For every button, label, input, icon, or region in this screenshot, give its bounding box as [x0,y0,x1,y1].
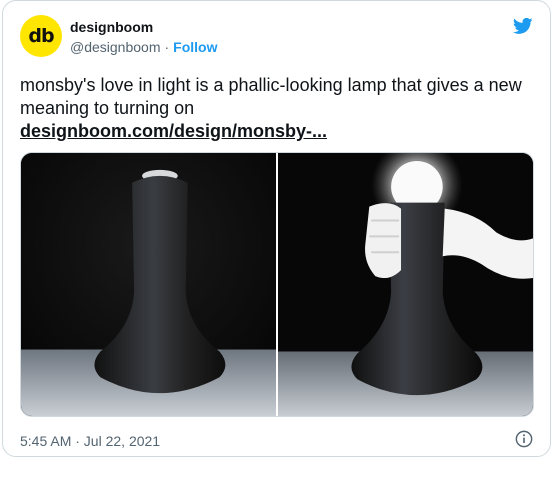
author-name[interactable]: designboom [70,19,153,35]
follow-link[interactable]: Follow [173,39,217,55]
author-handle-row: @designboom · Follow [70,39,218,55]
lamp-glowing-gloved-hand-photo[interactable] [276,153,533,416]
info-icon[interactable] [515,430,533,448]
tweet-body: monsby's love in light is a phallic-look… [20,74,535,143]
tweet-media[interactable] [20,152,534,417]
avatar-logo-text: db [28,25,54,47]
tweet-link[interactable]: designboom.com/design/monsby-... [20,120,535,143]
separator-dot: · [164,39,170,55]
author-handle[interactable]: @designboom [70,39,161,55]
lamp-off-photo[interactable] [21,153,276,416]
avatar[interactable]: db [20,15,62,57]
tweet-card: db designboom @designboom · Follow monsby'… [2,0,551,457]
twitter-bird-icon[interactable] [512,16,534,36]
tweet-timestamp[interactable]: 5:45 AM · Jul 22, 2021 [20,433,160,449]
tweet-text: monsby's love in light is a phallic-look… [20,75,522,118]
